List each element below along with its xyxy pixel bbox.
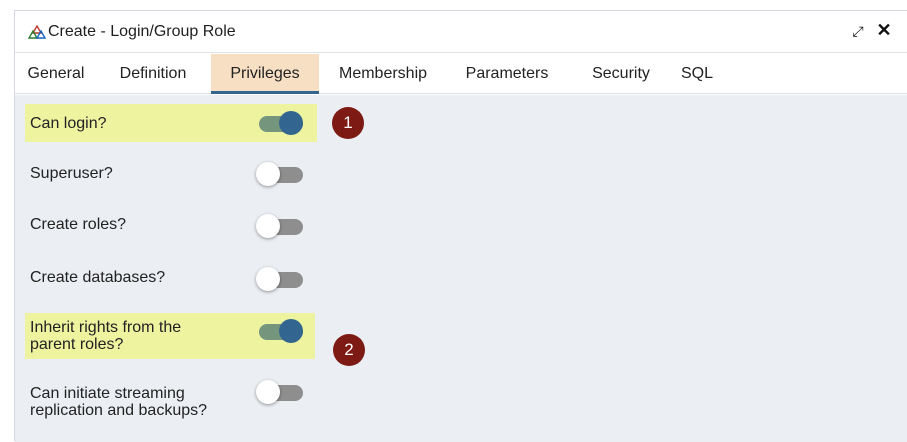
privilege-row-replication: Can initiate streaming replication and b… <box>25 375 317 437</box>
toggle-knob <box>279 319 303 343</box>
role-icon <box>28 25 46 39</box>
dialog-titlebar[interactable]: Create - Login/Group Role ⤢ ✕ <box>15 11 907 53</box>
privileges-panel: Can login? 1 Superuser? Create roles? Cr… <box>15 95 907 442</box>
inherit-label: Inherit rights from the parent roles? <box>30 319 182 353</box>
toggle-knob <box>256 162 280 186</box>
toggle-knob <box>279 111 303 135</box>
toggle-knob <box>256 380 280 404</box>
privilege-row-superuser: Superuser? <box>25 157 317 191</box>
create-roles-label: Create roles? <box>30 216 127 233</box>
maximize-icon[interactable]: ⤢ <box>849 22 867 40</box>
privilege-row-can-login: Can login? <box>25 104 317 142</box>
inherit-toggle[interactable] <box>255 318 305 344</box>
tab-definition[interactable]: Definition <box>105 54 201 94</box>
replication-toggle[interactable] <box>255 379 305 405</box>
tab-membership[interactable]: Membership <box>325 54 441 94</box>
can-login-toggle[interactable] <box>255 110 305 136</box>
privilege-row-inherit: Inherit rights from the parent roles? <box>25 313 315 359</box>
create-databases-toggle[interactable] <box>255 266 305 292</box>
close-icon[interactable]: ✕ <box>874 20 894 40</box>
tab-parameters[interactable]: Parameters <box>453 54 561 94</box>
callout-badge-1: 1 <box>332 107 364 139</box>
privilege-row-create-databases: Create databases? <box>25 261 317 295</box>
dialog-title: Create - Login/Group Role <box>48 23 236 40</box>
privilege-row-create-roles: Create roles? <box>25 209 317 243</box>
toggle-knob <box>256 267 280 291</box>
superuser-toggle[interactable] <box>255 161 305 187</box>
create-databases-label: Create databases? <box>30 269 166 286</box>
tab-sql[interactable]: SQL <box>675 54 719 94</box>
tab-bar: General Definition Privileges Membership… <box>15 54 907 94</box>
superuser-label: Superuser? <box>30 165 113 182</box>
tab-privileges[interactable]: Privileges <box>211 54 319 94</box>
can-login-label: Can login? <box>30 115 107 132</box>
tab-security[interactable]: Security <box>577 54 665 94</box>
toggle-knob <box>256 214 280 238</box>
replication-label: Can initiate streaming replication and b… <box>30 385 208 419</box>
create-roles-toggle[interactable] <box>255 213 305 239</box>
tab-general[interactable]: General <box>15 54 97 94</box>
create-role-dialog: Create - Login/Group Role ⤢ ✕ General De… <box>14 10 907 442</box>
callout-badge-2: 2 <box>333 334 365 366</box>
